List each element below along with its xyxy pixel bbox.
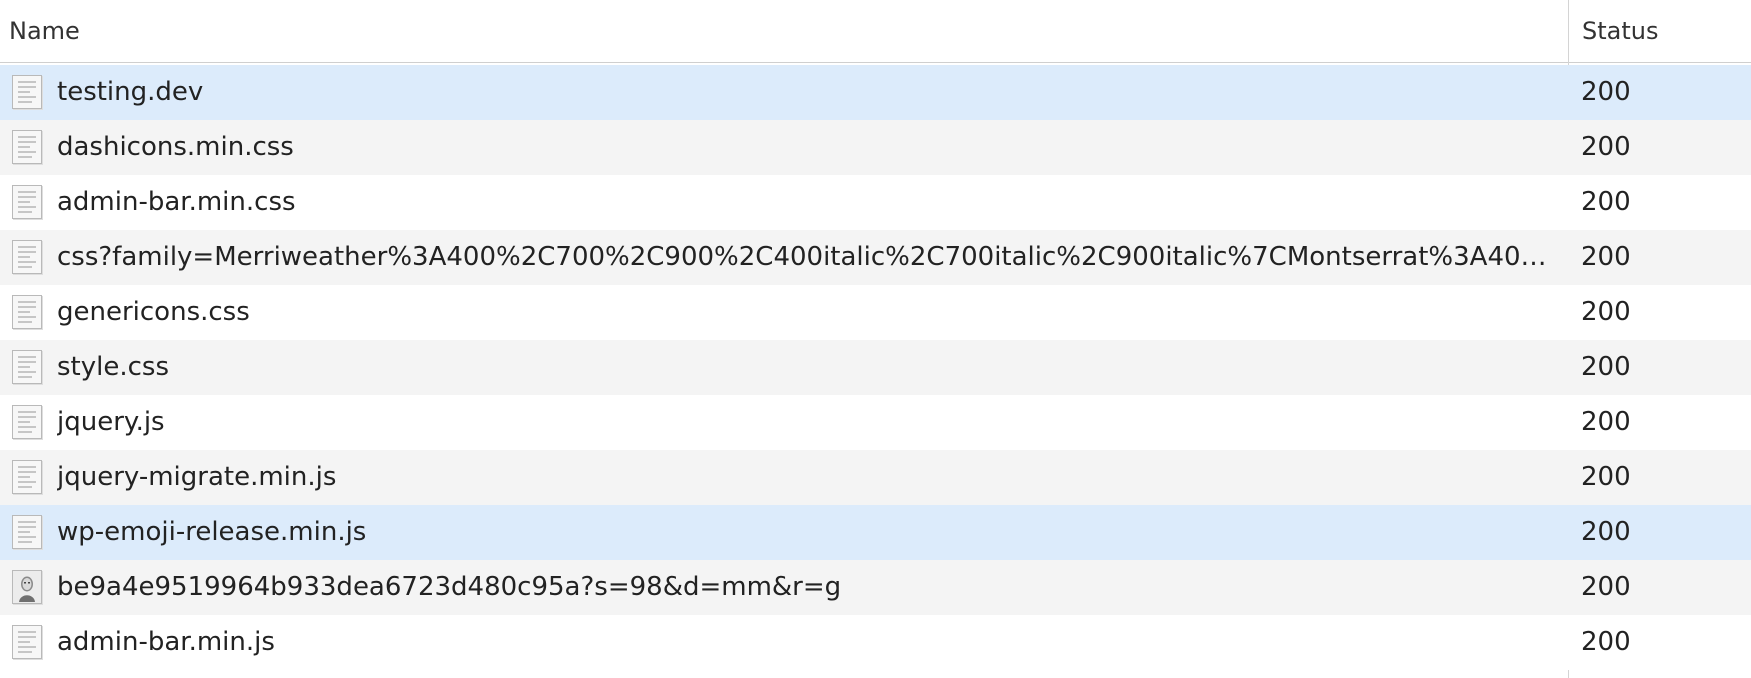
- document-icon: [12, 625, 42, 659]
- request-name: style.css: [57, 352, 169, 382]
- request-status: 200: [1581, 297, 1631, 327]
- request-status: 200: [1581, 407, 1631, 437]
- status-column-header[interactable]: Status: [1582, 0, 1658, 62]
- request-row[interactable]: testing.dev 200: [0, 65, 1751, 120]
- avatar-image-icon: [12, 570, 42, 604]
- request-row[interactable]: jquery-migrate.min.js 200: [0, 450, 1751, 505]
- request-status: 200: [1581, 462, 1631, 492]
- document-icon: [12, 515, 42, 549]
- request-row[interactable]: wp-emoji-release.min.js 200: [0, 505, 1751, 560]
- document-icon: [12, 240, 42, 274]
- request-status: 200: [1581, 132, 1631, 162]
- request-status: 200: [1581, 517, 1631, 547]
- request-list: testing.dev 200 dashicons.min.css 200 admin-…: [0, 65, 1751, 670]
- request-name: admin-bar.min.js: [57, 627, 275, 657]
- request-row[interactable]: admin-bar.min.css 200: [0, 175, 1751, 230]
- request-status: 200: [1581, 572, 1631, 602]
- request-name: css?family=Merriweather%3A400%2C700%2C90…: [57, 242, 1557, 272]
- document-icon: [12, 295, 42, 329]
- request-status: 200: [1581, 187, 1631, 217]
- request-row[interactable]: style.css 200: [0, 340, 1751, 395]
- request-row[interactable]: be9a4e9519964b933dea6723d480c95a?s=98&d=…: [0, 560, 1751, 615]
- request-name: admin-bar.min.css: [57, 187, 296, 217]
- request-name: wp-emoji-release.min.js: [57, 517, 367, 547]
- request-name: be9a4e9519964b933dea6723d480c95a?s=98&d=…: [57, 572, 842, 602]
- request-row[interactable]: jquery.js 200: [0, 395, 1751, 450]
- request-name: dashicons.min.css: [57, 132, 294, 162]
- document-icon: [12, 185, 42, 219]
- request-name: testing.dev: [57, 77, 204, 107]
- network-request-table: Name Status testing.dev 200 dashicons.min.…: [0, 0, 1751, 678]
- request-status: 200: [1581, 352, 1631, 382]
- request-status: 200: [1581, 627, 1631, 657]
- request-row[interactable]: genericons.css 200: [0, 285, 1751, 340]
- name-column-header[interactable]: Name: [9, 0, 80, 62]
- request-name: jquery.js: [57, 407, 165, 437]
- document-icon: [12, 130, 42, 164]
- document-icon: [12, 460, 42, 494]
- document-icon: [12, 350, 42, 384]
- request-row[interactable]: dashicons.min.css 200: [0, 120, 1751, 175]
- table-header: Name Status: [0, 0, 1751, 63]
- request-status: 200: [1581, 242, 1631, 272]
- request-row[interactable]: admin-bar.min.js 200: [0, 615, 1751, 670]
- document-icon: [12, 75, 42, 109]
- request-name: genericons.css: [57, 297, 250, 327]
- document-icon: [12, 405, 42, 439]
- request-status: 200: [1581, 77, 1631, 107]
- request-row[interactable]: css?family=Merriweather%3A400%2C700%2C90…: [0, 230, 1751, 285]
- request-name: jquery-migrate.min.js: [57, 462, 337, 492]
